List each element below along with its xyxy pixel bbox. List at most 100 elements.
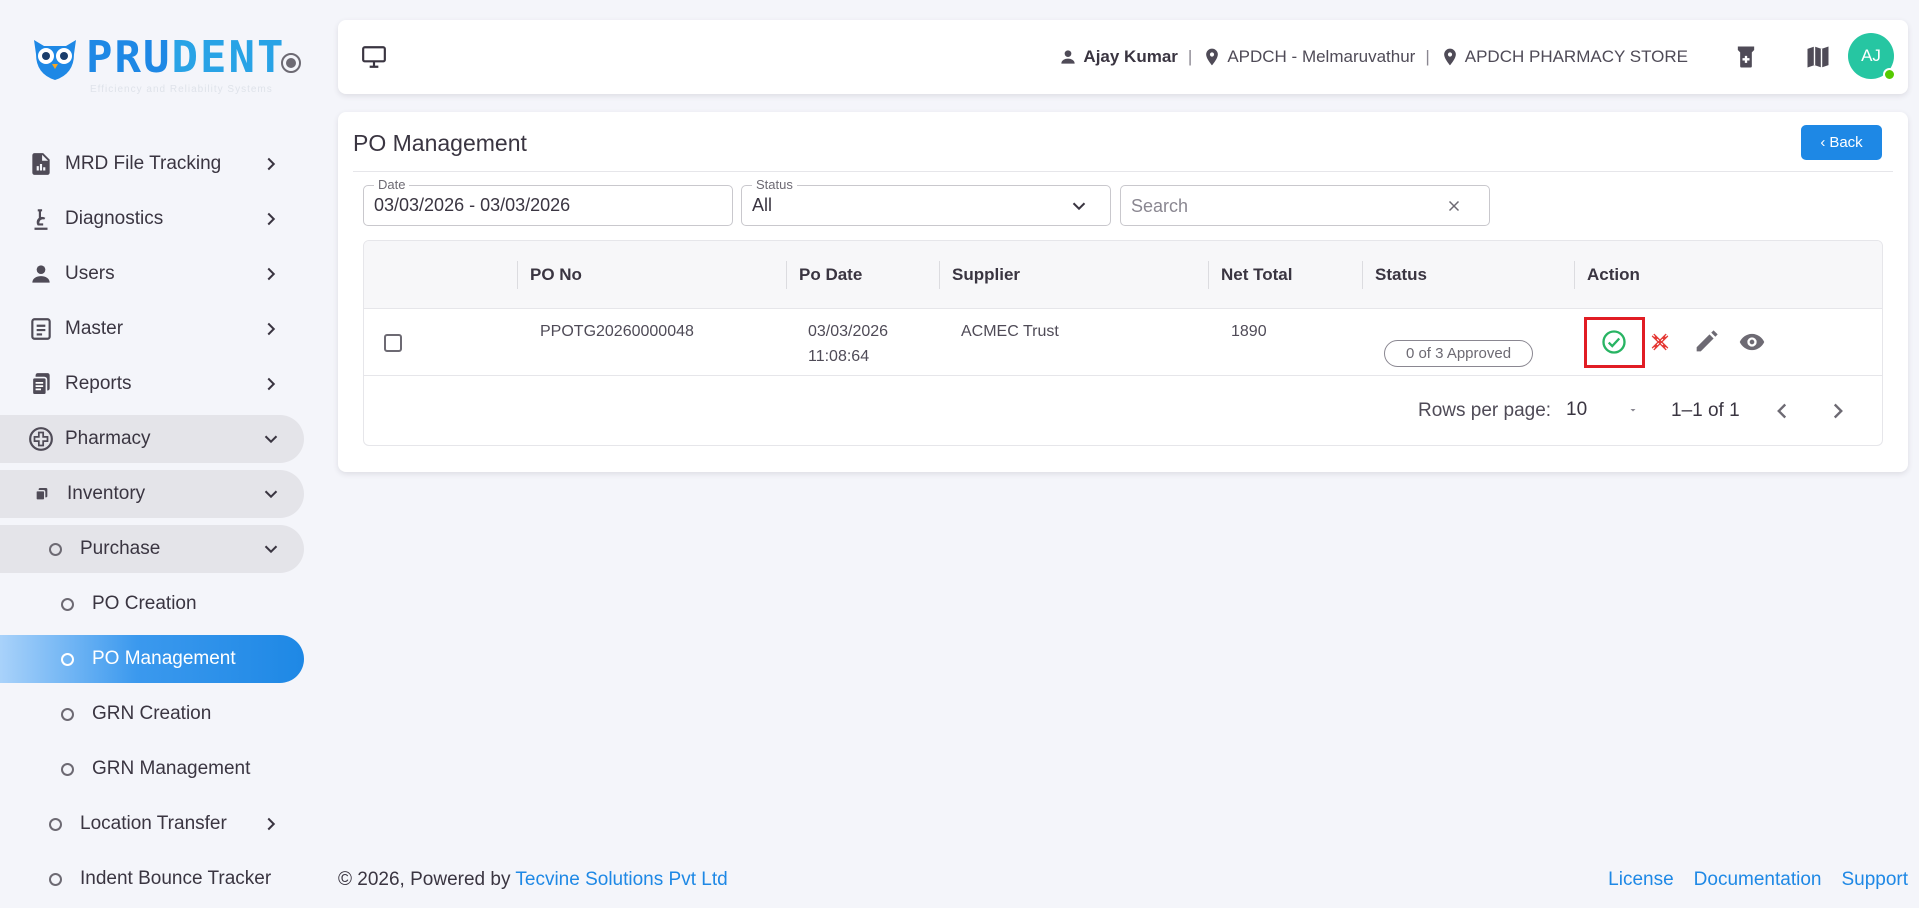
po-date-time: 11:08:64 [808,348,870,365]
brand-logo: PRUDENT Efficiency and Reliability Syste… [30,32,310,98]
clear-icon[interactable] [1445,197,1463,215]
chevron-right-icon [267,377,276,391]
sidebar-item-master[interactable]: Master [0,305,304,353]
sidebar-item-label: PO Management [92,648,236,669]
microscope-icon [34,209,48,230]
sidebar-item-label: Diagnostics [65,208,164,229]
next-page-icon[interactable] [1825,398,1851,424]
sidebar-item-label: Pharmacy [65,428,151,449]
pharmacy-store-icon[interactable] [1732,43,1760,71]
date-range-field[interactable]: Date 03/03/2026 - 03/03/2026 [363,177,733,226]
po-date: 03/03/2026 11:08:64 [808,319,888,369]
chevron-right-icon [267,267,276,281]
document-list-icon [31,318,51,340]
column-separator [786,261,787,289]
net-total: 1890 [1231,323,1267,340]
column-separator [1574,261,1575,289]
column-header-net-total[interactable]: Net Total [1221,241,1292,309]
circle-bullet-icon [61,597,74,611]
edit-icon[interactable] [1692,328,1720,356]
brand-name: PRUDENT [86,32,286,83]
column-separator [939,261,940,289]
divider: | [1425,47,1430,66]
chevron-right-icon [267,157,276,171]
online-status-dot [1883,68,1896,81]
circle-bullet-icon [49,872,62,886]
sidebar-item-label: Reports [65,373,132,394]
row-checkbox[interactable] [384,334,402,352]
previous-page-icon[interactable] [1769,398,1795,424]
support-link[interactable]: Support [1841,869,1908,891]
sidebar-item-label: GRN Management [92,758,251,779]
column-separator [1362,261,1363,289]
sidebar-item-grn-creation[interactable]: GRN Creation [0,690,304,738]
sidebar-item-pharmacy[interactable]: Pharmacy [0,415,304,463]
column-separator [1208,261,1209,289]
brand-tagline: Efficiency and Reliability Systems [90,84,273,95]
sidebar-item-label: Location Transfer [80,813,227,834]
user-icon [1061,50,1076,64]
sidebar-item-indent-bounce-tracker[interactable]: Indent Bounce Tracker [0,855,304,903]
map-icon[interactable] [1804,43,1832,71]
medical-cross-icon [29,427,53,451]
sidebar: PRUDENT Efficiency and Reliability Syste… [0,0,310,908]
status-field-label: Status [752,177,797,192]
rows-per-page-select[interactable]: 10 [1566,399,1587,421]
sidebar-item-label: Inventory [67,483,146,504]
location-pin-icon [1443,48,1456,66]
sidebar-item-location-transfer[interactable]: Location Transfer [0,800,304,848]
documentation-link[interactable]: Documentation [1694,869,1822,891]
top-bar: Ajay Kumar | APDCH - Melmaruvathur | APD… [338,20,1908,94]
owl-logo-icon [34,40,76,80]
chevron-down-icon [264,545,278,554]
column-header-supplier[interactable]: Supplier [952,241,1020,309]
sidebar-item-mrd-file-tracking[interactable]: MRD File Tracking [0,140,304,188]
sidebar-item-inventory[interactable]: Inventory [0,470,304,518]
pagination-range: 1–1 of 1 [1671,400,1740,421]
reject-icon[interactable] [1646,328,1674,356]
chevron-down-icon [264,490,278,499]
location-pin-icon [1206,48,1219,66]
column-separator [517,261,518,289]
search-input[interactable]: Search [1120,185,1490,226]
page-title: PO Management [353,130,527,156]
column-header-po-date[interactable]: Po Date [799,241,862,309]
sidebar-item-diagnostics[interactable]: Diagnostics [0,195,304,243]
chevron-right-icon [267,212,276,226]
sidebar-item-po-management[interactable]: PO Management [0,635,304,683]
back-button[interactable]: ‹ Back [1801,125,1882,160]
view-icon[interactable] [1738,328,1766,356]
sidebar-item-purchase[interactable]: Purchase [0,525,304,573]
circle-bullet-icon [49,542,62,556]
sidebar-item-reports[interactable]: Reports [0,360,304,408]
user-context: Ajay Kumar | APDCH - Melmaruvathur | APD… [1058,20,1688,94]
approve-icon[interactable] [1600,328,1628,356]
rows-per-page-label: Rows per page: [1418,400,1552,421]
sidebar-item-label: GRN Creation [92,703,212,724]
monitor-icon[interactable] [360,44,388,70]
sidebar-item-label: Users [65,263,115,284]
circle-bullet-icon [61,707,74,721]
column-header-po-no[interactable]: PO No [530,241,582,309]
sidebar-pin-toggle[interactable] [281,53,301,73]
po-table: PO No Po Date Supplier Net Total Status … [363,240,1883,446]
sidebar-item-grn-management[interactable]: GRN Management [0,745,304,793]
sidebar-item-label: Purchase [80,538,161,559]
company-link[interactable]: Tecvine Solutions Pvt Ltd [515,869,727,890]
sidebar-item-label: PO Creation [92,593,197,614]
sidebar-item-label: MRD File Tracking [65,153,222,174]
column-header-status[interactable]: Status [1375,241,1427,309]
chevron-right-icon [267,817,276,831]
chevron-right-icon [267,322,276,336]
column-header-action: Action [1587,265,1640,284]
sidebar-item-users[interactable]: Users [0,250,304,298]
status-select[interactable]: Status All [741,177,1111,226]
license-link[interactable]: License [1608,869,1674,891]
caret-down-icon [1630,409,1636,412]
search-placeholder: Search [1131,196,1189,216]
sidebar-item-po-creation[interactable]: PO Creation [0,580,304,628]
user-name: Ajay Kumar [1083,47,1178,66]
divider: | [1187,47,1193,66]
chevron-down-icon [1072,202,1086,211]
footer-copyright: © 2026, Powered by Tecvine Solutions Pvt… [338,869,728,891]
